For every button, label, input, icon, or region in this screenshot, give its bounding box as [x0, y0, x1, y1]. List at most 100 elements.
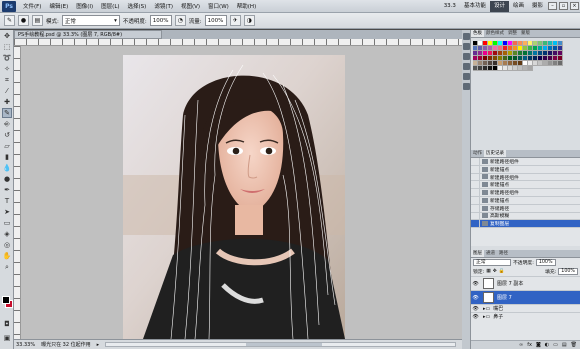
crop-tool-icon[interactable]: ⌗: [2, 75, 12, 85]
eye-icon[interactable]: 👁: [471, 314, 480, 320]
add-mask-icon[interactable]: ◙: [536, 342, 541, 348]
eye-icon[interactable]: 👁: [471, 295, 480, 301]
type-tool-icon[interactable]: T: [2, 196, 12, 206]
lock-all-icon[interactable]: 🔒: [499, 269, 505, 274]
lasso-tool-icon[interactable]: ➰: [2, 53, 12, 63]
brush-panel-icon[interactable]: ▤: [32, 15, 43, 26]
horizontal-scrollbar[interactable]: [105, 342, 456, 347]
portrait-photo[interactable]: [123, 55, 345, 339]
status-arrow-icon[interactable]: ▸: [97, 342, 100, 348]
panel-tab[interactable]: 色板: [471, 30, 484, 37]
menu-item[interactable]: 图层(L): [97, 2, 123, 10]
panel-tab[interactable]: 颜色样式: [484, 30, 506, 37]
layer-opacity-field[interactable]: 100%: [535, 259, 556, 266]
blend-mode-select[interactable]: 正常: [473, 259, 511, 266]
history-item[interactable]: 新建锚点: [471, 165, 580, 174]
history-source-checkbox[interactable]: [471, 157, 480, 165]
panel-tab[interactable]: 图层: [471, 250, 484, 257]
menu-item[interactable]: 选择(S): [124, 2, 151, 10]
info-icon[interactable]: [463, 43, 470, 50]
lock-pixels-icon[interactable]: ▦: [486, 269, 491, 274]
restore-button[interactable]: ▫: [559, 2, 568, 10]
panel-tab[interactable]: 路径: [497, 250, 510, 257]
path-select-tool-icon[interactable]: ➤: [2, 207, 12, 217]
menu-item[interactable]: 帮助(H): [233, 2, 260, 10]
marquee-tool-icon[interactable]: ⬚: [2, 42, 12, 52]
workspace-button[interactable]: 设计: [489, 0, 509, 12]
layer-style-icon[interactable]: fx: [527, 342, 532, 348]
3d-orbit-tool-icon[interactable]: ◎: [2, 240, 12, 250]
eyedropper-tool-icon[interactable]: ⁄: [2, 86, 12, 96]
screen-mode-icon[interactable]: ▣: [2, 333, 12, 343]
mode-select[interactable]: 正常 ▾: [61, 15, 120, 26]
link-layers-icon[interactable]: ∞: [519, 342, 523, 348]
history-item[interactable]: 新建锚点: [471, 196, 580, 205]
menu-item[interactable]: 编辑(E): [45, 2, 72, 10]
horizontal-ruler[interactable]: [14, 39, 462, 46]
eye-icon[interactable]: 👁: [471, 281, 480, 287]
airbrush-icon[interactable]: ✈: [229, 15, 241, 26]
layer-row[interactable]: 👁 图层 7: [471, 290, 580, 304]
hand-tool-icon[interactable]: ✋: [2, 251, 12, 261]
history-source-checkbox[interactable]: [471, 220, 480, 228]
workspace-button[interactable]: 摄影: [528, 1, 547, 12]
status-info-text[interactable]: 曝光只在 32 位起作用: [41, 341, 91, 348]
foreground-color-swatch[interactable]: [2, 296, 10, 304]
gradient-tool-icon[interactable]: ▮: [2, 152, 12, 162]
new-layer-icon[interactable]: ▤: [562, 342, 567, 348]
quick-mask-icon[interactable]: ◘: [2, 319, 12, 329]
3d-rotate-tool-icon[interactable]: ◈: [2, 229, 12, 239]
delete-layer-icon[interactable]: 🗑: [571, 342, 577, 348]
blur-tool-icon[interactable]: 💧: [2, 163, 12, 173]
panel-tab[interactable]: 动作: [471, 150, 484, 157]
history-source-checkbox[interactable]: [471, 173, 480, 181]
history-item[interactable]: 复制图层: [471, 220, 580, 229]
fill-field[interactable]: 100%: [558, 268, 578, 275]
brush-tool-icon[interactable]: ✎: [2, 108, 12, 118]
layer-row[interactable]: 👁 ▸▭ 鼻子: [471, 312, 580, 320]
menu-item[interactable]: 视图(V): [177, 2, 204, 10]
zoom-tool-icon[interactable]: ⌕: [2, 262, 12, 272]
document-tab[interactable]: PS手绘教程.psd @ 33.3% (图层 7, RGB/8#): [14, 30, 162, 39]
brush-tool-preset-icon[interactable]: ✎: [4, 15, 15, 26]
panel-tab[interactable]: 调整: [506, 30, 519, 37]
navigator-icon[interactable]: [463, 53, 470, 60]
scrollbar-thumb[interactable]: [245, 343, 323, 346]
character-icon[interactable]: [463, 73, 470, 80]
canvas-area[interactable]: [21, 46, 462, 339]
vertical-ruler[interactable]: [14, 46, 21, 339]
dodge-tool-icon[interactable]: ●: [2, 174, 12, 184]
opacity-field[interactable]: 100%: [149, 15, 172, 26]
clone-stamp-tool-icon[interactable]: ⎆: [2, 119, 12, 129]
history-brush-tool-icon[interactable]: ↺: [2, 130, 12, 140]
swatch-cell[interactable]: [528, 66, 533, 71]
menu-item[interactable]: 滤镜(T): [150, 2, 177, 10]
zoom-status[interactable]: 33.33%: [16, 342, 35, 348]
history-source-checkbox[interactable]: [471, 165, 480, 173]
minimize-button[interactable]: –: [548, 2, 557, 10]
panel-tab[interactable]: 蒙版: [519, 30, 532, 37]
panel-tab[interactable]: 历史记录: [484, 150, 506, 157]
quick-select-tool-icon[interactable]: ✧: [2, 64, 12, 74]
healing-brush-tool-icon[interactable]: ✚: [2, 97, 12, 107]
shape-tool-icon[interactable]: ▭: [2, 218, 12, 228]
panel-tab[interactable]: 通道: [484, 250, 497, 257]
history-item[interactable]: 高斯模糊: [471, 212, 580, 221]
lock-position-icon[interactable]: ✥: [493, 269, 497, 274]
history-item[interactable]: 新建锚点: [471, 181, 580, 190]
styles-icon[interactable]: [463, 83, 470, 90]
new-adjustment-icon[interactable]: ◐: [545, 342, 549, 348]
zoom-readout[interactable]: 33.3: [440, 3, 460, 9]
pressure-opacity-icon[interactable]: ◔: [174, 15, 186, 26]
history-item[interactable]: 存储路径: [471, 204, 580, 213]
history-item[interactable]: 新建路径组件: [471, 189, 580, 197]
brush-size-icon[interactable]: ●: [18, 15, 29, 26]
pen-tool-icon[interactable]: ✒: [2, 185, 12, 195]
layer-row[interactable]: 👁 ▸▭ 嘴巴: [471, 304, 580, 312]
menu-item[interactable]: 文件(F): [19, 2, 45, 10]
history-source-checkbox[interactable]: [471, 196, 480, 204]
swatch-cell[interactable]: [558, 61, 563, 66]
eye-icon[interactable]: 👁: [471, 306, 480, 312]
layer-row[interactable]: 👁 图层 7 副本: [471, 276, 580, 290]
history-source-checkbox[interactable]: [471, 189, 480, 197]
